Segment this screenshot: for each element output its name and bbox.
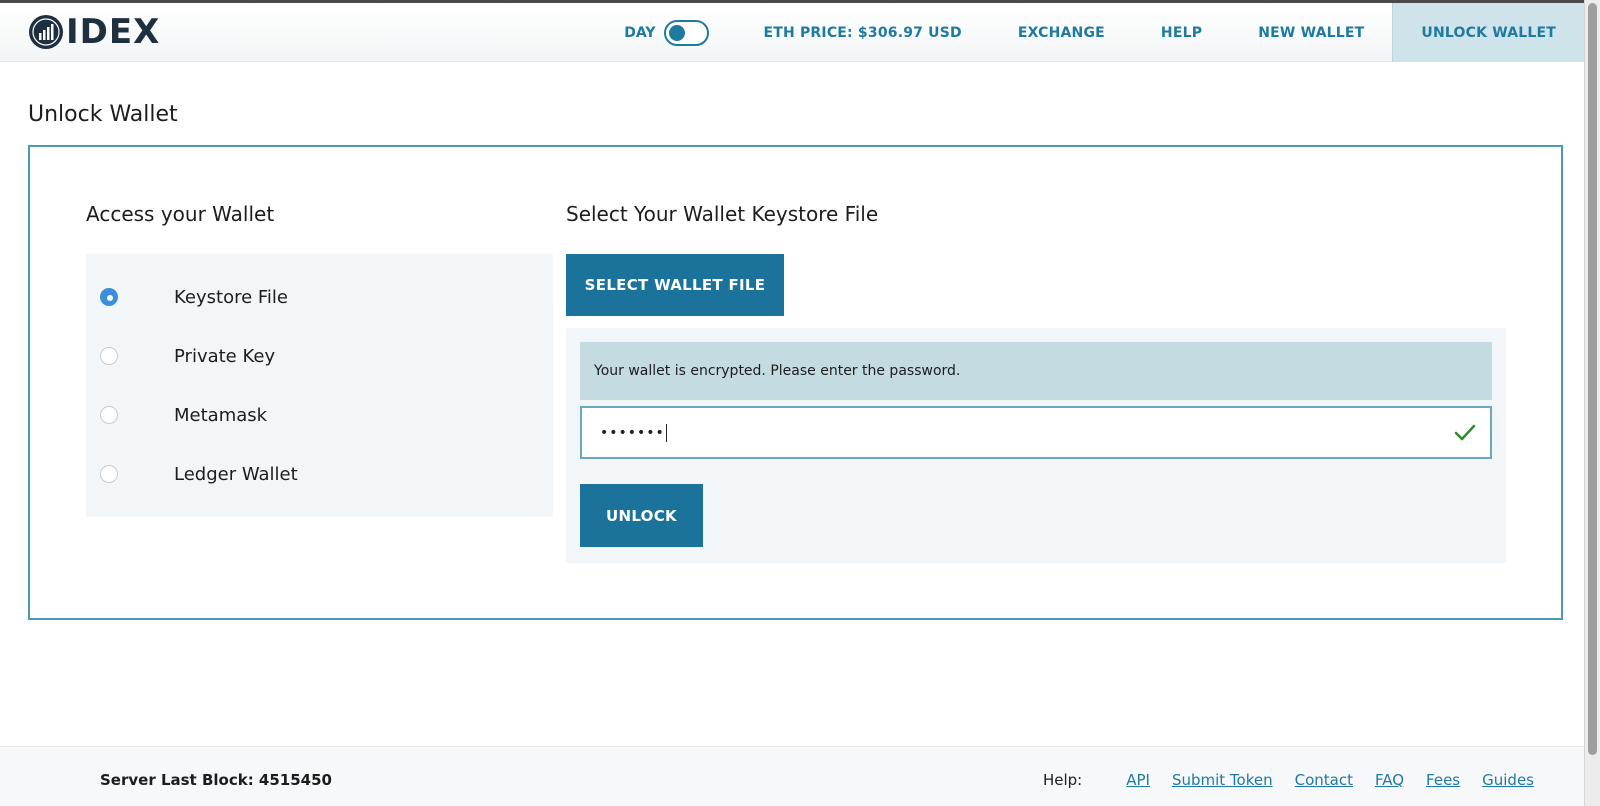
toggle-knob (669, 24, 686, 41)
footer-link-contact[interactable]: Contact (1295, 771, 1353, 789)
method-label: Metamask (174, 404, 268, 426)
unlock-button[interactable]: UNLOCK (580, 484, 703, 547)
page-title: Unlock Wallet (28, 102, 178, 127)
main-nav: DAY ETH PRICE: $306.97 USD EXCHANGE HELP… (624, 3, 1584, 62)
footer-link-submit-token[interactable]: Submit Token (1172, 771, 1273, 789)
password-panel: Your wallet is encrypted. Please enter t… (566, 328, 1506, 563)
nav-unlock-wallet[interactable]: UNLOCK WALLET (1392, 3, 1584, 62)
radio-keystore-file[interactable] (100, 288, 118, 306)
vertical-scrollbar[interactable] (1584, 0, 1600, 806)
footer: Server Last Block: 4515450 Help: API Sub… (0, 746, 1584, 806)
footer-link-fees[interactable]: Fees (1426, 771, 1460, 789)
radio-metamask[interactable] (100, 406, 118, 424)
password-value: ••••••• (600, 424, 665, 441)
method-ledger-wallet[interactable]: Ledger Wallet (100, 459, 298, 489)
idex-logo-icon (29, 15, 63, 49)
logo-text: IDEX (66, 12, 161, 52)
text-caret (665, 423, 667, 442)
footer-help-links: Help: API Submit Token Contact FAQ Fees … (1043, 771, 1534, 789)
help-label: Help: (1042, 771, 1083, 789)
method-metamask[interactable]: Metamask (100, 400, 267, 430)
keystore-title: Select Your Wallet Keystore File (566, 202, 879, 226)
method-label: Ledger Wallet (174, 463, 298, 485)
radio-ledger-wallet[interactable] (100, 465, 118, 483)
nav-help[interactable]: HELP (1133, 3, 1230, 62)
footer-link-api[interactable]: API (1126, 771, 1150, 789)
footer-link-faq[interactable]: FAQ (1375, 771, 1404, 789)
method-keystore-file[interactable]: Keystore File (100, 282, 288, 312)
top-navbar: IDEX DAY ETH PRICE: $306.97 USD EXCHANGE… (0, 3, 1584, 62)
check-icon (1454, 424, 1476, 441)
unlock-wallet-card: Access your Wallet Keystore File Private… (28, 145, 1563, 620)
nav-exchange[interactable]: EXCHANGE (990, 3, 1133, 62)
select-wallet-file-button[interactable]: SELECT WALLET FILE (566, 254, 784, 316)
day-night-toggle[interactable] (664, 19, 710, 46)
method-label: Keystore File (174, 286, 289, 308)
access-wallet-title: Access your Wallet (86, 202, 275, 226)
encrypted-notice: Your wallet is encrypted. Please enter t… (580, 342, 1492, 400)
method-private-key[interactable]: Private Key (100, 341, 275, 371)
method-label: Private Key (174, 345, 276, 367)
idex-logo[interactable]: IDEX (28, 12, 161, 52)
access-method-list: Keystore File Private Key Metamask Ledge… (86, 254, 553, 517)
scrollbar-thumb[interactable] (1588, 3, 1597, 755)
radio-private-key[interactable] (100, 347, 118, 365)
password-input[interactable]: ••••••• (580, 406, 1492, 459)
server-last-block: Server Last Block: 4515450 (100, 771, 332, 789)
theme-label: DAY (624, 24, 656, 41)
theme-switch: DAY (624, 19, 735, 46)
footer-link-guides[interactable]: Guides (1482, 771, 1534, 789)
eth-price: ETH PRICE: $306.97 USD (763, 24, 962, 41)
nav-new-wallet[interactable]: NEW WALLET (1230, 3, 1392, 62)
